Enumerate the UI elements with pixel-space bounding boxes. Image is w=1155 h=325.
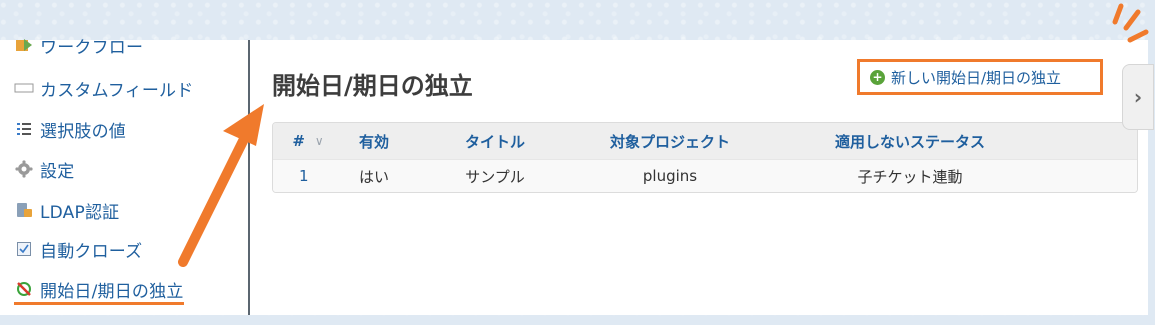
list-icon: [14, 120, 34, 138]
settings-table: # ∨ 有効 タイトル 対象プロジェクト 適用しないステータス 1 はい サンプ…: [272, 122, 1138, 193]
ldap-icon: [14, 201, 34, 219]
table-header: # ∨ 有効 タイトル 対象プロジェクト 適用しないステータス: [273, 123, 1137, 159]
sidebar: ワークフロー カスタムフィールド 選択肢の値 設定 LDAP認証 自動クローズ …: [0, 38, 250, 315]
sidebar-item-enumerations[interactable]: 選択肢の値: [14, 116, 126, 142]
cell-id[interactable]: 1: [273, 167, 343, 185]
sidebar-item-label: LDAP認証: [40, 202, 120, 223]
annotation-emphasis-mark: [1127, 29, 1149, 43]
page-title: 開始日/期日の独立: [272, 72, 473, 100]
sidebar-item-label: 開始日/期日の独立: [40, 281, 184, 302]
cell-excluded-statuses: 子チケット連動: [857, 167, 963, 186]
col-header-enabled[interactable]: 有効: [343, 131, 405, 152]
chevron-right-icon: ›: [1133, 85, 1143, 109]
new-independent-dates-link[interactable]: + 新しい開始日/期日の独立: [857, 59, 1103, 95]
cell-project: plugins: [642, 167, 698, 185]
window-frame: ワークフロー カスタムフィールド 選択肢の値 設定 LDAP認証 自動クローズ …: [0, 38, 1148, 315]
cell-title: サンプル: [465, 167, 525, 186]
col-header-project[interactable]: 対象プロジェクト: [585, 131, 755, 152]
sidebar-toggle-button[interactable]: ›: [1122, 64, 1154, 130]
sidebar-item-label: 設定: [40, 161, 75, 182]
sidebar-item-label: 選択肢の値: [40, 121, 126, 142]
new-link-label: 新しい開始日/期日の独立: [891, 68, 1062, 87]
main-content: 開始日/期日の独立 + 新しい開始日/期日の独立 # ∨ 有効 タイトル 対象プ…: [250, 40, 1148, 315]
custom-field-icon: [14, 79, 34, 97]
cell-enabled: はい: [358, 167, 389, 186]
workflow-icon: [14, 36, 34, 54]
col-header-excluded-statuses[interactable]: 適用しないステータス: [755, 131, 1065, 152]
annotation-emphasis-mark: [1123, 9, 1141, 31]
table-row[interactable]: 1 はい サンプル plugins 子チケット連動: [273, 159, 1137, 192]
checkbox-icon: [14, 240, 34, 258]
sidebar-item-label: カスタムフィールド: [40, 80, 194, 101]
col-header-title[interactable]: タイトル: [405, 131, 585, 152]
sort-arrow-icon: ∨: [314, 134, 324, 148]
sidebar-item-independent-dates[interactable]: 開始日/期日の独立: [14, 276, 184, 305]
sidebar-item-label: 自動クローズ: [40, 241, 143, 262]
sidebar-item-ldap[interactable]: LDAP認証: [14, 197, 119, 223]
independent-dates-icon: [14, 280, 34, 298]
gear-icon: [14, 160, 34, 178]
sidebar-item-label: ワークフロー: [40, 37, 144, 58]
sidebar-item-settings[interactable]: 設定: [14, 156, 74, 182]
sidebar-item-custom-fields[interactable]: カスタムフィールド: [14, 75, 193, 101]
sidebar-item-workflow[interactable]: ワークフロー: [14, 32, 143, 58]
col-header-id[interactable]: # ∨: [273, 132, 343, 150]
sidebar-item-auto-close[interactable]: 自動クローズ: [14, 236, 142, 262]
annotation-emphasis-mark: [1112, 3, 1124, 25]
add-icon: +: [870, 69, 885, 85]
